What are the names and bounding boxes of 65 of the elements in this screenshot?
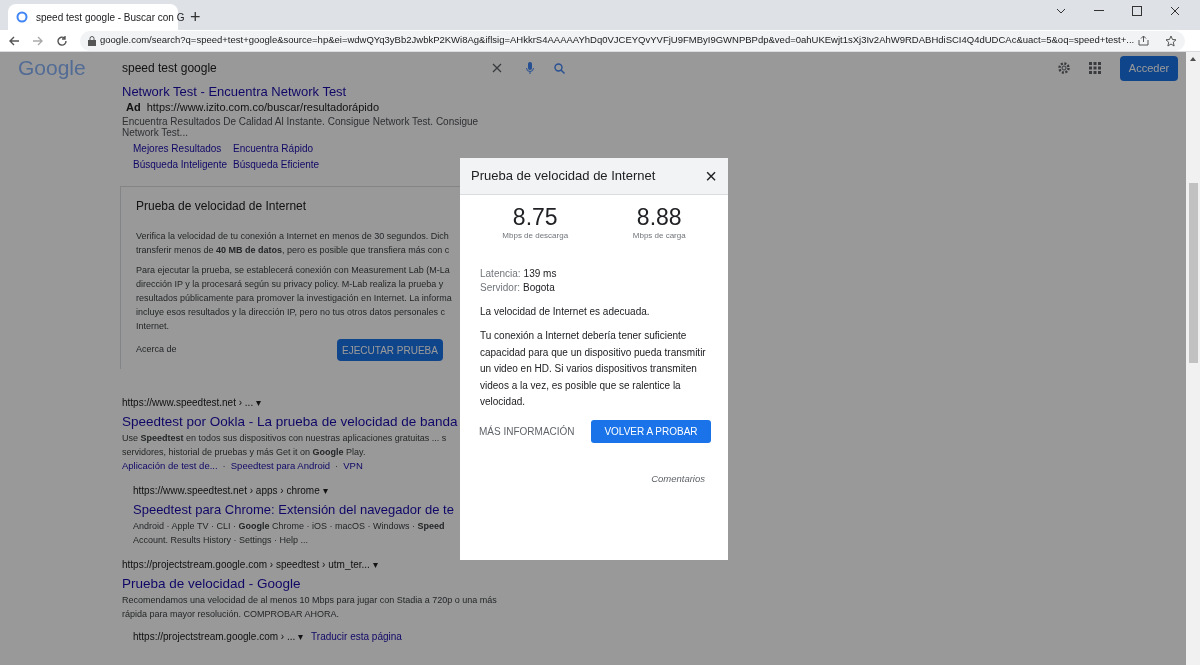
about-link[interactable]: Acerca de bbox=[136, 343, 337, 357]
result-title[interactable]: Prueba de velocidad - Google bbox=[122, 574, 301, 593]
speed-explanation: Tu conexión a Internet debería tener suficiente capacidad para que un dispositivo pueda transmitir un video en HD. Si varios dispositivos transmiten videos a la vez, es posible que se ralentice la velocidad. bbox=[479, 329, 707, 409]
sign-in-button[interactable]: Acceder bbox=[1120, 55, 1178, 81]
detail-label: Servidor: bbox=[480, 281, 520, 295]
settings-icon[interactable] bbox=[1057, 61, 1071, 75]
run-test-button[interactable]: EJECUTAR PRUEBA bbox=[337, 339, 443, 361]
search-icon[interactable] bbox=[554, 62, 565, 74]
reload-icon[interactable] bbox=[56, 34, 68, 47]
result-title[interactable]: Speedtest para Chrome: Extensión del navegador de te bbox=[133, 500, 454, 519]
detail-value: Bogota bbox=[523, 281, 555, 295]
upload-label: Mbps de carga bbox=[632, 230, 686, 242]
result-url: https://www.speedtest.net › apps › chrome ▾ bbox=[133, 484, 328, 498]
result-link[interactable]: VPN bbox=[343, 459, 363, 473]
close-button[interactable]: × bbox=[705, 166, 717, 186]
scrollbar-thumb[interactable] bbox=[1188, 183, 1198, 363]
share-icon[interactable] bbox=[1138, 35, 1150, 46]
minimize-icon[interactable] bbox=[1094, 10, 1104, 12]
sitelink[interactable]: Búsqueda Inteligente bbox=[133, 157, 233, 172]
result-snippet: Recomendamos una velocidad de al menos 10 Mbps para jugar con Stadia a 720p o una más rápida para mayor resolución. COMPROBAR AHORA. bbox=[122, 594, 497, 621]
scroll-up-icon[interactable] bbox=[1190, 57, 1196, 61]
result-snippet: Use Speedtest en todos sus dispositivos con nuestras aplicaciones gratuitas ... s servidores, historial de pruebas y más Get it on Google Play. bbox=[122, 432, 447, 459]
new-tab-button[interactable]: + bbox=[190, 8, 201, 26]
translate-link[interactable]: Traducir esta página bbox=[311, 629, 402, 644]
separator-dot: · bbox=[335, 459, 339, 473]
card-title: Prueba de velocidad de Internet bbox=[136, 198, 307, 215]
clear-icon[interactable] bbox=[492, 63, 502, 73]
upload-speed: 8.88 bbox=[636, 204, 682, 230]
sitelink[interactable]: Encuentra Rápido bbox=[233, 141, 333, 156]
lock-icon[interactable] bbox=[88, 35, 96, 46]
scrollbar[interactable] bbox=[1186, 52, 1200, 665]
ad-title[interactable]: Network Test - Encuentra Network Test bbox=[122, 84, 347, 99]
feedback-link[interactable]: Comentarios bbox=[651, 471, 705, 486]
maximize-icon[interactable] bbox=[1132, 6, 1142, 16]
separator-dot: · bbox=[222, 459, 226, 473]
dialog-title: Prueba de velocidad de Internet bbox=[471, 167, 656, 186]
download-label: Mbps de descarga bbox=[502, 230, 569, 242]
ad-description: Encuentra Resultados De Calidad Al Instante. Consigue Network Test. Consigue Network Test... bbox=[122, 116, 480, 138]
chevron-down-icon[interactable] bbox=[1056, 8, 1066, 14]
search-field[interactable]: speed test google bbox=[122, 59, 492, 77]
microphone-icon[interactable] bbox=[526, 62, 534, 74]
retry-button[interactable]: VOLVER A PROBAR bbox=[591, 419, 711, 443]
result-url: https://projectstream.google.com › ... ▾ bbox=[133, 630, 304, 644]
star-icon[interactable] bbox=[1165, 34, 1178, 47]
card-paragraph: Para ejecutar la prueba, se establecerá conexión con Measurement Lab (M-La dirección IP y la procesará según su privacy policy. M-Lab realiza la prueba y resultados públicamente para promover la investigación en Internet. La informa incluye esos resultados y la dirección IP, pero no tus otros datos personales c Internet. bbox=[136, 264, 452, 333]
speed-verdict: La velocidad de Internet es adecuada. bbox=[479, 305, 651, 319]
card-paragraph: Verifica la velocidad de tu conexión a Internet en menos de 30 segundos. Dich transferir menos de 40 MB de datos, pero es posible que transfiera más con c bbox=[136, 230, 450, 257]
result-link[interactable]: Speedtest para Android bbox=[230, 459, 331, 473]
sitelink[interactable]: Búsqueda Eficiente bbox=[233, 157, 333, 172]
close-icon[interactable] bbox=[1170, 6, 1180, 16]
result-url: https://projectstream.google.com › speedtest › utm_ter... ▾ bbox=[122, 558, 378, 572]
apps-grid-icon[interactable] bbox=[1089, 62, 1101, 74]
sitelink[interactable]: Mejores Resultados bbox=[133, 141, 233, 156]
ad-url: https://www.izito.com.co/buscar/resultadorápido bbox=[146, 100, 379, 114]
more-info-button[interactable]: MÁS INFORMACIÓN bbox=[479, 423, 575, 439]
result-url: https://www.speedtest.net › ... ▾ bbox=[122, 396, 261, 410]
back-icon[interactable] bbox=[8, 34, 20, 47]
result-snippet: Android · Apple TV · CLI · Google Chrome · iOS · macOS · Windows · Speed Account. Results History · Settings · Help ... bbox=[133, 520, 445, 547]
result-link[interactable]: Aplicación de test de... bbox=[122, 459, 218, 473]
tab-title: speed test google - Buscar con G bbox=[36, 10, 185, 25]
detail-label: Latencia: bbox=[480, 267, 521, 281]
result-title[interactable]: Speedtest por Ookla - La prueba de velocidad de banda bbox=[122, 412, 458, 431]
detail-value: 139 ms bbox=[523, 267, 557, 281]
ad-label: Ad bbox=[126, 100, 141, 114]
download-speed: 8.75 bbox=[512, 204, 558, 230]
